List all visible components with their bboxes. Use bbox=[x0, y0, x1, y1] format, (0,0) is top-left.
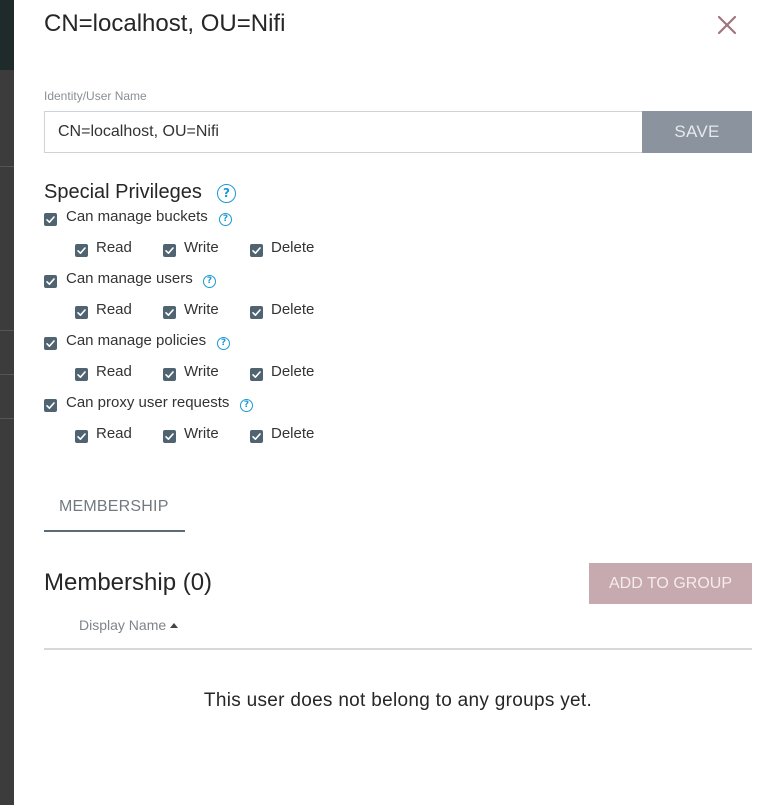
tab-membership-label: MEMBERSHIP bbox=[59, 498, 169, 515]
background-header bbox=[0, 0, 14, 70]
save-button[interactable]: SAVE bbox=[642, 111, 752, 153]
checkbox-can-manage-users[interactable] bbox=[44, 275, 57, 288]
background-divider bbox=[0, 418, 14, 419]
identity-label: Identity/User Name bbox=[44, 89, 147, 103]
checkbox-can-manage-policies[interactable] bbox=[44, 337, 57, 350]
background-divider bbox=[0, 166, 14, 167]
label-delete: Delete bbox=[271, 363, 315, 380]
membership-heading: Membership (0) bbox=[44, 569, 213, 596]
label-delete: Delete bbox=[271, 301, 315, 318]
label-write: Write bbox=[184, 425, 219, 442]
checkbox-can-manage-buckets-delete[interactable] bbox=[250, 244, 263, 257]
special-privileges-title: Special Privileges bbox=[44, 181, 202, 203]
checkbox-can-proxy-user-requests[interactable] bbox=[44, 399, 57, 412]
label-read: Read bbox=[96, 363, 132, 380]
checkbox-can-proxy-user-requests-write[interactable] bbox=[163, 430, 176, 443]
help-icon[interactable]: ? bbox=[217, 184, 236, 203]
label-delete: Delete bbox=[271, 425, 315, 442]
dialog-title: CN=localhost, OU=Nifi bbox=[44, 10, 286, 37]
background-divider bbox=[0, 374, 14, 375]
checkbox-can-manage-buckets-read[interactable] bbox=[75, 244, 88, 257]
checkbox-can-proxy-user-requests-delete[interactable] bbox=[250, 430, 263, 443]
checkbox-can-manage-users-read[interactable] bbox=[75, 306, 88, 319]
table-header-divider bbox=[44, 648, 752, 650]
label-can-manage-policies: Can manage policies bbox=[66, 332, 207, 349]
checkbox-can-manage-buckets-write[interactable] bbox=[163, 244, 176, 257]
checkbox-can-manage-policies-write[interactable] bbox=[163, 368, 176, 381]
label-read: Read bbox=[96, 301, 132, 318]
empty-state-message: This user does not belong to any groups … bbox=[203, 690, 593, 711]
label-write: Write bbox=[184, 363, 219, 380]
label-read: Read bbox=[96, 239, 132, 256]
label-can-proxy-user-requests: Can proxy user requests bbox=[66, 394, 230, 411]
checkbox-can-manage-buckets[interactable] bbox=[44, 213, 57, 226]
tab-membership[interactable]: MEMBERSHIP bbox=[44, 484, 185, 532]
help-icon[interactable]: ? bbox=[219, 213, 232, 226]
help-icon[interactable]: ? bbox=[203, 275, 216, 288]
checkbox-can-manage-policies-delete[interactable] bbox=[250, 368, 263, 381]
background-overlay bbox=[0, 0, 14, 805]
label-write: Write bbox=[184, 301, 219, 318]
column-header-label: Display Name bbox=[79, 617, 167, 633]
help-icon[interactable]: ? bbox=[217, 337, 230, 350]
identity-input[interactable] bbox=[44, 111, 642, 153]
background-divider bbox=[0, 330, 14, 331]
user-dialog: CN=localhost, OU=Nifi Identity/User Name… bbox=[14, 0, 782, 805]
special-privileges-heading: Special Privileges bbox=[44, 181, 202, 204]
close-icon bbox=[717, 15, 737, 35]
help-icon[interactable]: ? bbox=[240, 399, 253, 412]
label-delete: Delete bbox=[271, 239, 315, 256]
label-can-manage-users: Can manage users bbox=[66, 270, 193, 287]
column-header-display-name[interactable]: Display Name bbox=[79, 617, 179, 633]
checkbox-can-manage-policies-read[interactable] bbox=[75, 368, 88, 381]
label-can-manage-buckets: Can manage buckets bbox=[66, 208, 208, 225]
label-write: Write bbox=[184, 239, 219, 256]
add-to-group-button[interactable]: ADD TO GROUP bbox=[589, 563, 752, 604]
checkbox-can-proxy-user-requests-read[interactable] bbox=[75, 430, 88, 443]
label-read: Read bbox=[96, 425, 132, 442]
close-button[interactable] bbox=[712, 10, 742, 40]
sort-ascending-icon bbox=[170, 623, 179, 628]
checkbox-can-manage-users-write[interactable] bbox=[163, 306, 176, 319]
checkbox-can-manage-users-delete[interactable] bbox=[250, 306, 263, 319]
